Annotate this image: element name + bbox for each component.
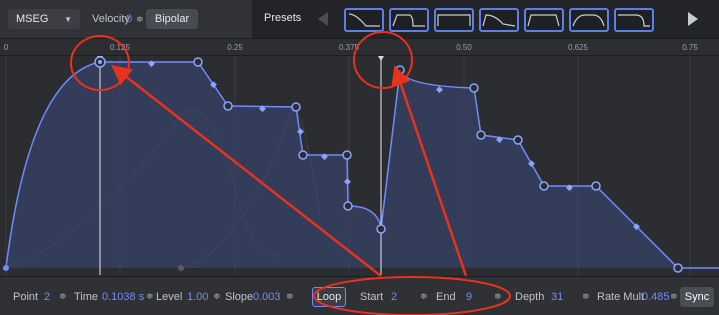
preset-rounded-icon <box>392 14 425 27</box>
end-spin-icon[interactable]: ≑ <box>494 291 502 302</box>
ruler-tick: 0.375 <box>338 43 360 52</box>
svg-text:◆: ◆ <box>210 79 217 89</box>
rate-mult-label: Rate Mult <box>597 291 645 303</box>
svg-text:◆: ◆ <box>496 134 503 144</box>
loop-button[interactable]: Loop <box>312 287 346 307</box>
preset-prev-icon[interactable] <box>318 12 328 26</box>
velocity-label: Velocity <box>92 13 130 25</box>
presets-panel: Presets <box>252 0 719 38</box>
time-value[interactable]: 0.1038 s <box>102 291 144 303</box>
preset-ramp[interactable] <box>479 8 519 32</box>
slope-spin-icon[interactable]: ≑ <box>286 291 294 302</box>
preset-arch[interactable] <box>569 8 609 32</box>
envelope-point[interactable] <box>395 65 405 75</box>
preset-ramp-icon <box>482 14 516 27</box>
svg-text:◆: ◆ <box>528 158 535 168</box>
preset-decay[interactable] <box>344 8 384 32</box>
end-value[interactable]: 9 <box>466 291 472 303</box>
level-label: Level <box>156 291 183 303</box>
preset-rounded[interactable] <box>389 8 429 32</box>
envelope-graph[interactable]: ◆ ◆ ◆ ◆ ◆ ◆ ◆ ◆ ◆ ◆ ◆ <box>0 56 719 275</box>
mode-dropdown[interactable]: MSEG ▼ <box>8 9 80 29</box>
point-label: Point <box>13 291 39 303</box>
rate-mult-value[interactable]: 0.485 <box>642 291 670 303</box>
preset-arch-icon <box>572 14 605 27</box>
start-value[interactable]: 2 <box>391 291 397 303</box>
top-toolbar: MSEG ▼ Velocity 0 ≑ Bipolar Presets <box>0 0 719 39</box>
bipolar-button-label: Bipolar <box>154 13 190 25</box>
slope-value[interactable]: 0.003 <box>253 291 281 303</box>
presets-label: Presets <box>264 12 302 24</box>
preset-trapezoid[interactable] <box>524 8 564 32</box>
ruler-tick: 0 <box>3 43 9 52</box>
svg-text:◆: ◆ <box>436 84 443 94</box>
loop-button-label: Loop <box>316 291 342 303</box>
mode-dropdown-label: MSEG <box>16 13 49 25</box>
end-label: End <box>436 291 456 303</box>
envelope-point[interactable] <box>343 201 353 211</box>
ruler-tick: 0.50 <box>456 43 472 52</box>
envelope-point[interactable] <box>376 224 386 234</box>
preset-square[interactable] <box>434 8 474 32</box>
time-label: Time <box>74 291 99 303</box>
rate-mult-spin-icon[interactable]: ≑ <box>670 291 678 302</box>
ruler-tick: 0.25 <box>227 43 243 52</box>
envelope-ghost-point <box>178 265 184 271</box>
svg-text:◆: ◆ <box>633 221 640 231</box>
ruler-tick: 0.125 <box>109 43 131 52</box>
envelope-point[interactable] <box>673 263 683 273</box>
svg-text:◆: ◆ <box>148 58 155 68</box>
depth-label: Depth <box>515 291 545 303</box>
envelope-point[interactable] <box>342 150 352 160</box>
svg-text:◆: ◆ <box>297 126 304 136</box>
sync-button-label: Sync <box>684 291 710 303</box>
bottom-parameter-bar: Point 2 ≑ Time 0.1038 s ≑ Level 1.00 ≑ S… <box>0 276 719 315</box>
svg-text:◆: ◆ <box>259 103 266 113</box>
envelope-fill <box>6 62 678 268</box>
envelope-point[interactable] <box>469 83 479 93</box>
svg-text:◆: ◆ <box>566 182 573 192</box>
envelope-point[interactable] <box>298 150 308 160</box>
svg-text:◆: ◆ <box>321 151 328 161</box>
preset-bump-icon <box>618 14 650 27</box>
start-spin-icon[interactable]: ≑ <box>420 291 428 302</box>
preset-bump[interactable] <box>614 8 654 32</box>
envelope-point[interactable] <box>193 57 203 67</box>
level-spin-icon[interactable]: ≑ <box>213 291 221 302</box>
envelope-point[interactable] <box>223 101 233 111</box>
preset-square-icon <box>437 14 471 26</box>
envelope-point[interactable] <box>591 181 601 191</box>
sync-button[interactable]: Sync <box>680 287 714 307</box>
preset-trapezoid-icon <box>527 14 560 27</box>
depth-value[interactable]: 31 <box>551 291 563 303</box>
start-label: Start <box>360 291 384 303</box>
svg-text:◆: ◆ <box>344 176 351 186</box>
ruler-tick: 0.75 <box>682 43 698 52</box>
envelope-point[interactable] <box>539 181 549 191</box>
mseg-editor: MSEG ▼ Velocity 0 ≑ Bipolar Presets 0 0.… <box>0 0 719 315</box>
bipolar-button[interactable]: Bipolar <box>146 9 198 29</box>
chevron-down-icon: ▼ <box>64 14 72 24</box>
envelope-point[interactable] <box>291 102 301 112</box>
velocity-spin-icon[interactable]: ≑ <box>136 14 144 25</box>
preset-decay-icon <box>348 13 380 27</box>
slope-label: Slope <box>225 291 254 303</box>
depth-spin-icon[interactable]: ≑ <box>582 291 590 302</box>
point-value[interactable]: 2 <box>44 291 50 303</box>
velocity-value[interactable]: 0 <box>126 13 132 25</box>
envelope-canvas[interactable]: ◆ ◆ ◆ ◆ ◆ ◆ ◆ ◆ ◆ ◆ ◆ <box>0 56 719 275</box>
envelope-point[interactable] <box>513 135 523 145</box>
preset-next-icon[interactable] <box>688 12 698 26</box>
ruler-tick: 0.625 <box>567 43 589 52</box>
point-spin-icon[interactable]: ≑ <box>59 291 67 302</box>
time-ruler: 0 0.125 0.25 0.375 0.50 0.625 0.75 <box>0 39 719 56</box>
time-spin-icon[interactable]: ≑ <box>146 291 154 302</box>
level-value[interactable]: 1.00 <box>187 291 208 303</box>
envelope-point[interactable] <box>476 130 486 140</box>
envelope-start-point[interactable] <box>3 265 9 271</box>
